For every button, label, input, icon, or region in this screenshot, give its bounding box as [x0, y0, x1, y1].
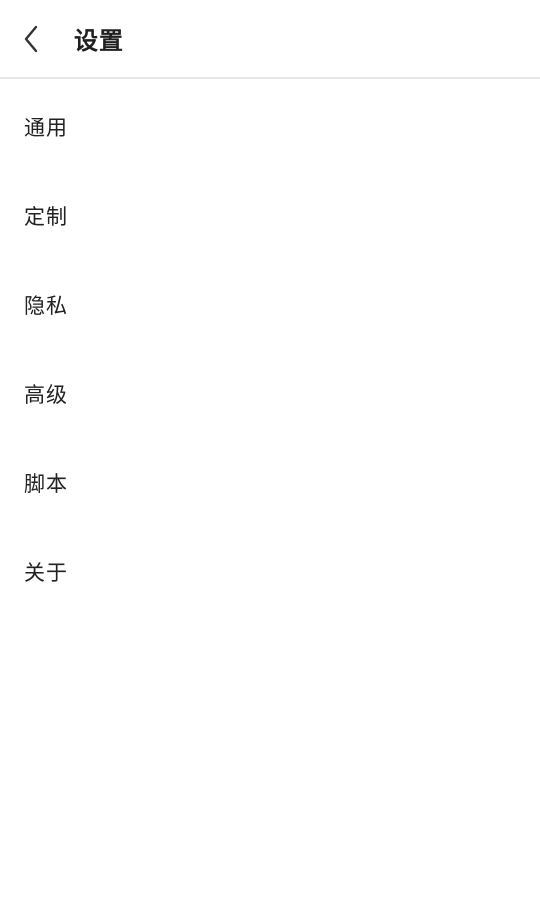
menu-item-label: 高级 — [24, 382, 68, 407]
back-button[interactable] — [22, 9, 72, 69]
menu-item-label: 定制 — [24, 204, 68, 229]
menu-item-scripts[interactable]: 脚本 — [0, 438, 540, 527]
top-bar: 设置 — [0, 0, 540, 79]
menu-item-label: 通用 — [24, 115, 68, 140]
settings-menu: 通用 定制 隐私 高级 脚本 关于 — [0, 79, 540, 616]
menu-item-label: 脚本 — [24, 471, 68, 496]
menu-item-privacy[interactable]: 隐私 — [0, 260, 540, 349]
menu-item-advanced[interactable]: 高级 — [0, 349, 540, 438]
menu-item-about[interactable]: 关于 — [0, 527, 540, 616]
chevron-left-icon — [22, 24, 40, 54]
settings-screen: 设置 通用 定制 隐私 高级 脚本 关于 — [0, 0, 540, 924]
menu-item-label: 隐私 — [24, 293, 68, 318]
menu-item-label: 关于 — [24, 560, 68, 585]
menu-item-general[interactable]: 通用 — [0, 82, 540, 171]
page-title: 设置 — [74, 27, 124, 55]
menu-item-customize[interactable]: 定制 — [0, 171, 540, 260]
